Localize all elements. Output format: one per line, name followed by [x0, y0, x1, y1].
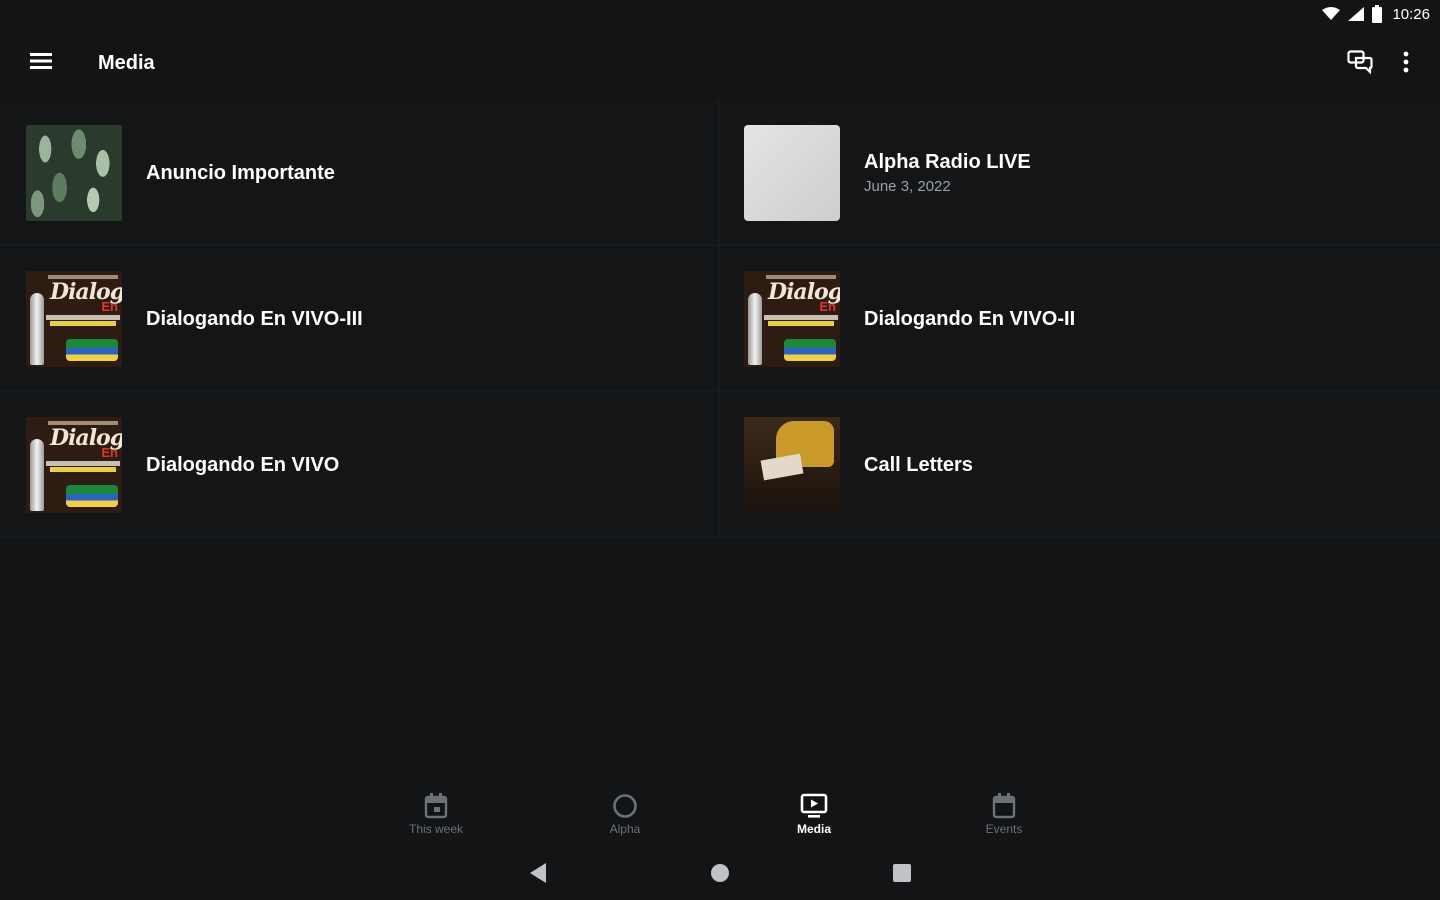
- recents-icon: [892, 863, 912, 888]
- back-icon: [529, 862, 547, 888]
- back-button[interactable]: [520, 860, 556, 890]
- nav-item-this-week[interactable]: This week: [381, 792, 491, 844]
- nav-item-media[interactable]: Media: [759, 792, 869, 844]
- app-bar: Media: [0, 28, 1440, 100]
- status-bar: 10:26: [0, 0, 1440, 28]
- circle-icon: [611, 792, 639, 820]
- chat-icon: [1347, 49, 1373, 79]
- media-item[interactable]: Call Letters: [720, 392, 1440, 538]
- dialogando-poster-thumbnail: Dialogan En: [744, 271, 840, 367]
- media-item-text: Alpha Radio LIVE June 3, 2022: [864, 100, 1031, 246]
- media-item[interactable]: Anuncio Importante: [0, 100, 720, 246]
- paper-thumbnail: [744, 125, 840, 221]
- media-item-title: Dialogando En VIVO-III: [146, 307, 363, 330]
- menu-button[interactable]: [22, 46, 60, 80]
- media-list: Anuncio Importante Alpha Radio LIVE June…: [0, 100, 1440, 538]
- poster-en-text: En: [819, 299, 836, 314]
- more-options-button[interactable]: [1390, 46, 1422, 82]
- poster-logo: [66, 339, 118, 361]
- microphone-icon: [30, 439, 44, 511]
- battery-icon: [1372, 5, 1383, 23]
- media-item-text: Dialogando En VIVO-II: [864, 246, 1075, 392]
- microphone-icon: [30, 293, 44, 365]
- poster-decoration: [46, 315, 120, 320]
- media-item-text: Dialogando En VIVO-III: [146, 246, 363, 392]
- home-button[interactable]: [702, 860, 738, 890]
- microphone-icon: [748, 293, 762, 365]
- poster-decoration: [50, 321, 116, 326]
- poster-decoration: [50, 467, 116, 472]
- system-navigation-bar: [0, 850, 1440, 900]
- dialogando-poster-thumbnail: Dialogan En: [26, 417, 122, 513]
- poster-en-text: En: [101, 445, 118, 460]
- more-vert-icon: [1403, 51, 1409, 78]
- menu-icon: [30, 52, 52, 75]
- nav-label: Media: [796, 822, 831, 836]
- media-item-title: Alpha Radio LIVE: [864, 151, 1031, 173]
- media-item-text: Anuncio Importante: [146, 100, 335, 246]
- poster-decoration: [46, 461, 120, 466]
- poster-decoration: [768, 321, 834, 326]
- dialogando-poster-thumbnail: Dialogan En: [26, 271, 122, 367]
- recents-button[interactable]: [884, 860, 920, 890]
- media-item[interactable]: Dialogan En Dialogando En VIVO-II: [720, 246, 1440, 392]
- nav-label: Events: [985, 822, 1023, 836]
- page-title: Media: [98, 52, 155, 74]
- media-item-title: Dialogando En VIVO: [146, 453, 340, 476]
- reading-thumbnail: [744, 417, 840, 513]
- media-item-title: Call Letters: [864, 453, 973, 476]
- nav-item-events[interactable]: Events: [949, 792, 1059, 844]
- media-item[interactable]: Dialogan En Dialogando En VIVO-III: [0, 246, 720, 392]
- nav-label: This week: [408, 822, 464, 836]
- status-time: 10:26: [1392, 5, 1430, 23]
- media-item-text: Dialogando En VIVO: [146, 392, 339, 538]
- media-item-date: June 3, 2022: [864, 178, 951, 195]
- cell-signal-icon: [1348, 7, 1365, 21]
- bottom-navigation: This week Alpha Media Events: [0, 780, 1440, 846]
- media-item[interactable]: Alpha Radio LIVE June 3, 2022: [720, 100, 1440, 246]
- media-item-title: Anuncio Importante: [146, 161, 335, 184]
- media-item-text: Call Letters: [864, 392, 973, 538]
- leaves-thumbnail: [26, 125, 122, 221]
- chat-button[interactable]: [1342, 46, 1378, 82]
- media-screen: 10:26 Media Anuncio Importante Alpha Rad…: [0, 0, 1440, 900]
- calendar-icon: [990, 792, 1018, 820]
- nav-item-alpha[interactable]: Alpha: [570, 792, 680, 844]
- poster-logo: [66, 485, 118, 507]
- poster-logo: [784, 339, 836, 361]
- book-icon: [760, 453, 804, 481]
- media-item[interactable]: Dialogan En Dialogando En VIVO: [0, 392, 720, 538]
- media-item-title: Dialogando En VIVO-II: [864, 307, 1076, 330]
- poster-en-text: En: [101, 299, 118, 314]
- wifi-icon: [1322, 7, 1341, 21]
- poster-decoration: [764, 315, 838, 320]
- nav-label: Alpha: [609, 822, 641, 836]
- home-icon: [710, 863, 730, 888]
- tv-play-icon: [800, 792, 828, 820]
- calendar-week-icon: [422, 792, 450, 820]
